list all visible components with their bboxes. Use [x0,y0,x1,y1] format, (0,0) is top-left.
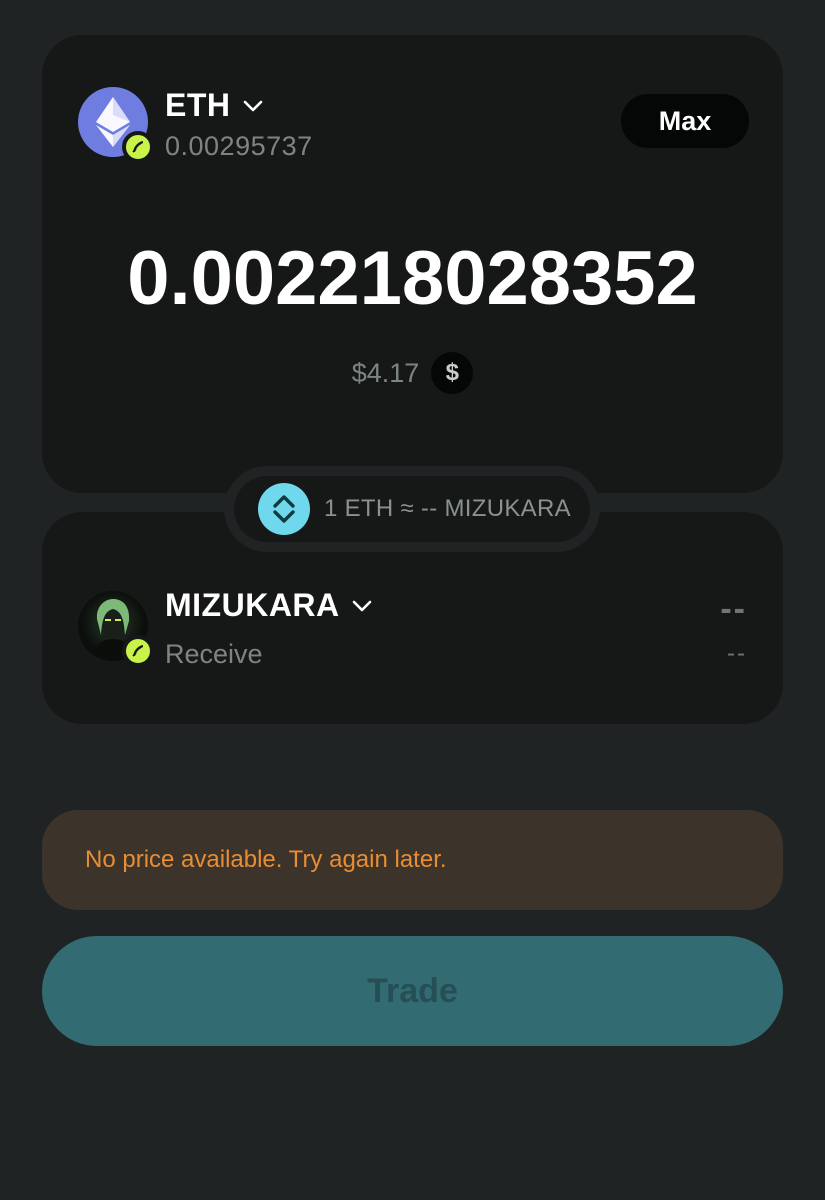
pay-token-logo[interactable] [78,87,154,163]
receive-token-logo[interactable] [78,591,154,667]
receive-token-symbol: MIZUKARA [165,587,340,623]
chevron-down-icon [352,600,372,612]
exchange-rate-inner: 1 ETH ≈ -- MIZUKARA [234,476,590,542]
receive-usd-value: -- [727,640,747,667]
pay-usd-value: $4.17 [351,357,420,388]
exchange-rate-text: 1 ETH ≈ -- MIZUKARA [324,495,571,522]
price-warning-text: No price available. Try again later. [85,846,447,873]
pay-card: ETH 0.00295737 Max 0.002218028352 $4.17 … [42,35,783,493]
swap-direction-icon[interactable] [258,483,310,535]
trade-button[interactable]: Trade [42,936,783,1046]
chevron-down-icon [243,100,263,112]
chain-badge-icon [122,131,154,163]
receive-amount: -- [720,590,747,628]
price-warning-banner: No price available. Try again later. [42,810,783,910]
pay-amount-input[interactable]: 0.002218028352 [42,235,783,322]
receive-label: Receive [165,639,263,669]
pay-token-balance: 0.00295737 [165,131,313,161]
chain-badge-icon [122,635,154,667]
swap-screen: ETH 0.00295737 Max 0.002218028352 $4.17 … [0,0,825,1200]
usd-value-row: $4.17 $ [42,352,783,394]
max-button[interactable]: Max [621,94,749,148]
pay-token-symbol: ETH [165,87,231,123]
exchange-rate-pill: 1 ETH ≈ -- MIZUKARA [224,466,600,552]
currency-toggle-icon[interactable]: $ [431,352,474,394]
pay-token-selector[interactable]: ETH [165,87,263,124]
receive-token-selector[interactable]: MIZUKARA [165,587,372,624]
